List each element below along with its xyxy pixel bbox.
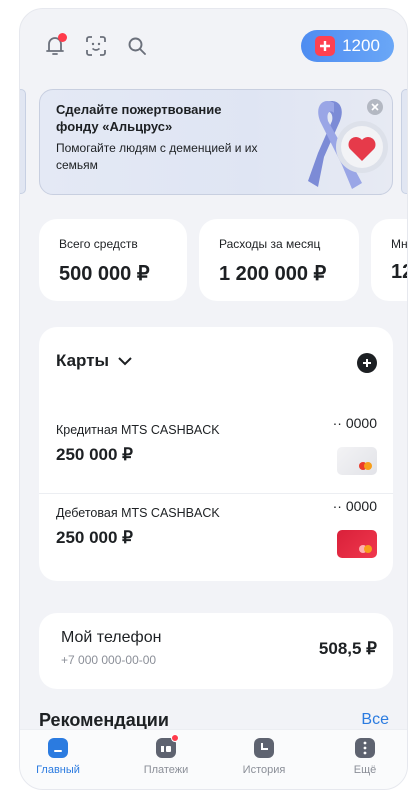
points-value: 1200 — [342, 36, 380, 55]
nav-label: Главный — [36, 764, 80, 776]
history-icon — [254, 738, 274, 758]
nav-item-payments[interactable]: Платежи — [126, 734, 206, 776]
add-card-button[interactable] — [357, 353, 377, 373]
mastercard-icon — [359, 545, 372, 553]
balance-label: Расходы за месяц — [219, 237, 321, 251]
scan-icon[interactable] — [85, 35, 107, 57]
nav-item-home[interactable]: Главный — [20, 738, 98, 776]
promo-banner[interactable]: Сделайте пожертвование фонду «Альцрус» П… — [39, 89, 393, 195]
balance-label: Мн — [391, 237, 408, 251]
cards-section: Карты Кредитная MTS CASHBACK 250 000 ₽ ·… — [39, 327, 393, 581]
notification-dot — [171, 734, 179, 742]
balance-card-partial[interactable]: Мн 12 — [371, 219, 408, 301]
recommendations-all-link[interactable]: Все — [361, 711, 389, 729]
gift-icon — [315, 36, 336, 56]
phone-number: +7 000 000-00-00 — [61, 653, 157, 667]
close-icon[interactable] — [367, 99, 383, 115]
card-image — [337, 530, 377, 558]
balance-card-total[interactable]: Всего средств 500 000 ₽ — [39, 219, 187, 301]
home-icon — [48, 738, 68, 758]
mastercard-icon — [359, 462, 372, 470]
bottom-nav: Главный Платежи История Ещё — [20, 729, 407, 789]
nav-label: Ещё — [353, 764, 377, 776]
balance-card-expenses[interactable]: Расходы за месяц 1 200 000 ₽ — [199, 219, 359, 301]
cards-dropdown[interactable]: Карты — [56, 351, 133, 371]
card-number: ·· 0000 — [332, 415, 377, 431]
promo-next-card[interactable] — [401, 89, 407, 194]
phone-title: Мой телефон — [61, 629, 162, 646]
nav-item-more[interactable]: Ещё — [325, 738, 405, 776]
card-amount: 250 000 ₽ — [56, 528, 133, 547]
balance-value: 12 — [391, 261, 407, 283]
recommendations-title: Рекомендации — [39, 710, 169, 730]
promo-title: Сделайте пожертвование фонду «Альцрус» — [56, 102, 222, 134]
payments-icon — [156, 734, 179, 758]
nav-item-history[interactable]: История — [224, 738, 304, 776]
card-name: Дебетовая MTS CASHBACK — [56, 506, 220, 520]
balance-label: Всего средств — [59, 237, 138, 251]
points-button[interactable]: 1200 — [301, 30, 394, 62]
card-name: Кредитная MTS CASHBACK — [56, 423, 220, 437]
card-row-credit[interactable]: Кредитная MTS CASHBACK 250 000 ₽ ·· 0000 — [39, 411, 393, 503]
balance-value: 500 000 ₽ — [59, 263, 150, 285]
notification-dot — [58, 33, 67, 42]
chevron-down-icon — [118, 357, 132, 366]
nav-label: История — [242, 764, 286, 776]
promo-prev-card[interactable] — [20, 89, 26, 194]
top-bar: 1200 — [20, 9, 407, 81]
balance-value: 1 200 000 ₽ — [219, 263, 327, 285]
card-row-debit[interactable]: Дебетовая MTS CASHBACK 250 000 ₽ ·· 0000 — [39, 493, 393, 581]
bell-icon[interactable] — [44, 33, 67, 57]
more-icon — [355, 738, 375, 758]
cards-title: Карты — [56, 351, 110, 370]
card-amount: 250 000 ₽ — [56, 445, 133, 464]
card-number: ·· 0000 — [332, 498, 377, 514]
promo-text: Помогайте людям с деменцией и их семьям — [56, 141, 258, 172]
card-image — [337, 447, 377, 475]
nav-label: Платежи — [143, 764, 189, 776]
phone-balance: 508,5 ₽ — [318, 639, 377, 658]
search-icon[interactable] — [126, 35, 148, 57]
app-screen: 1200 Сделайте пожертвование фонду «Альцр… — [19, 8, 408, 790]
my-phone-row[interactable]: Мой телефон +7 000 000-00-00 508,5 ₽ — [39, 613, 393, 689]
